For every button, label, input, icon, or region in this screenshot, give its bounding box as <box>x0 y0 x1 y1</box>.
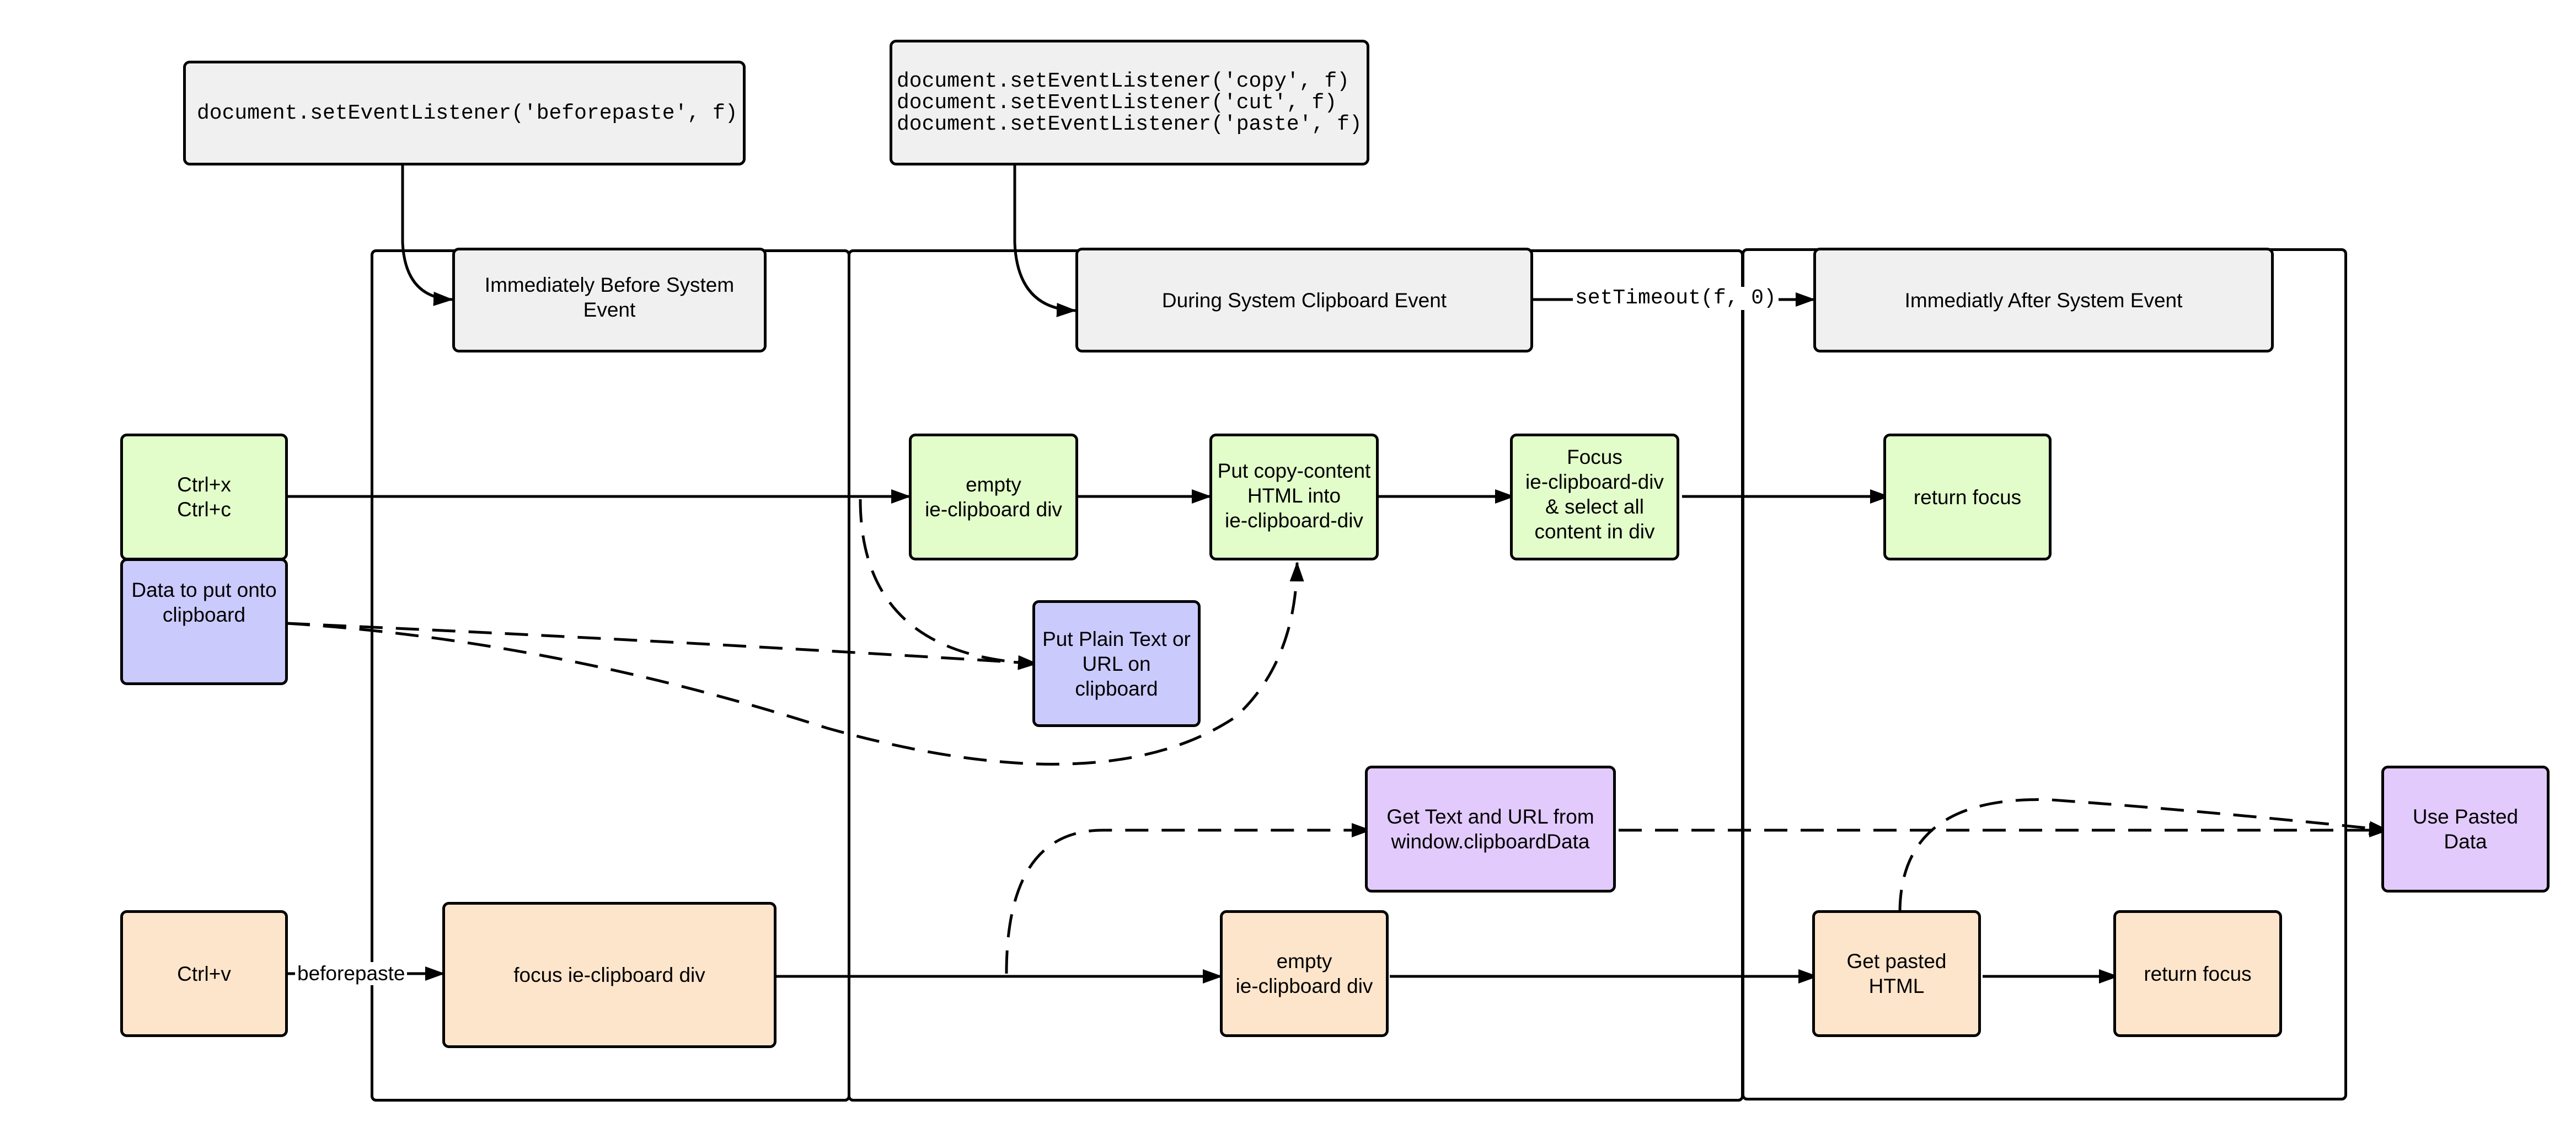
copy-cut-paste-listener-code: document.setEventListener('copy', f) doc… <box>890 40 1369 165</box>
copy-return-focus: return focus <box>1883 434 2052 560</box>
data-to-clipboard: Data to put onto clipboard <box>120 558 288 685</box>
phase-header-after: Immediatly After System Event <box>1813 248 2274 352</box>
beforepaste-label: beforepaste <box>295 962 408 985</box>
get-text-and-url: Get Text and URL from window.clipboardDa… <box>1365 766 1616 893</box>
copy-focus-select-all: Focus ie-clipboard-div & select all cont… <box>1510 434 1679 560</box>
settimeout-label: setTimeout(f, 0) <box>1573 287 1779 310</box>
put-plain-text-or-url: Put Plain Text or URL on clipboard <box>1032 600 1201 727</box>
paste-return-focus: return focus <box>2113 910 2282 1037</box>
phase-header-during: During System Clipboard Event <box>1075 248 1533 352</box>
get-pasted-html: Get pasted HTML <box>1812 910 1981 1037</box>
paste-empty-ie-clipboard-div: empty ie-clipboard div <box>1220 910 1389 1037</box>
phase-header-before: Immediately Before System Event <box>452 248 767 352</box>
paste-trigger-ctrl-v: Ctrl+v <box>120 910 288 1037</box>
copy-empty-ie-clipboard-div: empty ie-clipboard div <box>909 434 1078 560</box>
copy-trigger-ctrl-x-c: Ctrl+x Ctrl+c <box>120 434 288 560</box>
paste-focus-ie-clipboard-div: focus ie-clipboard div <box>442 902 776 1048</box>
beforepaste-listener-code: document.setEventListener('beforepaste',… <box>183 61 746 165</box>
use-pasted-data: Use Pasted Data <box>2381 766 2550 893</box>
copy-put-html-into-div: Put copy-content HTML into ie-clipboard-… <box>1209 434 1379 560</box>
